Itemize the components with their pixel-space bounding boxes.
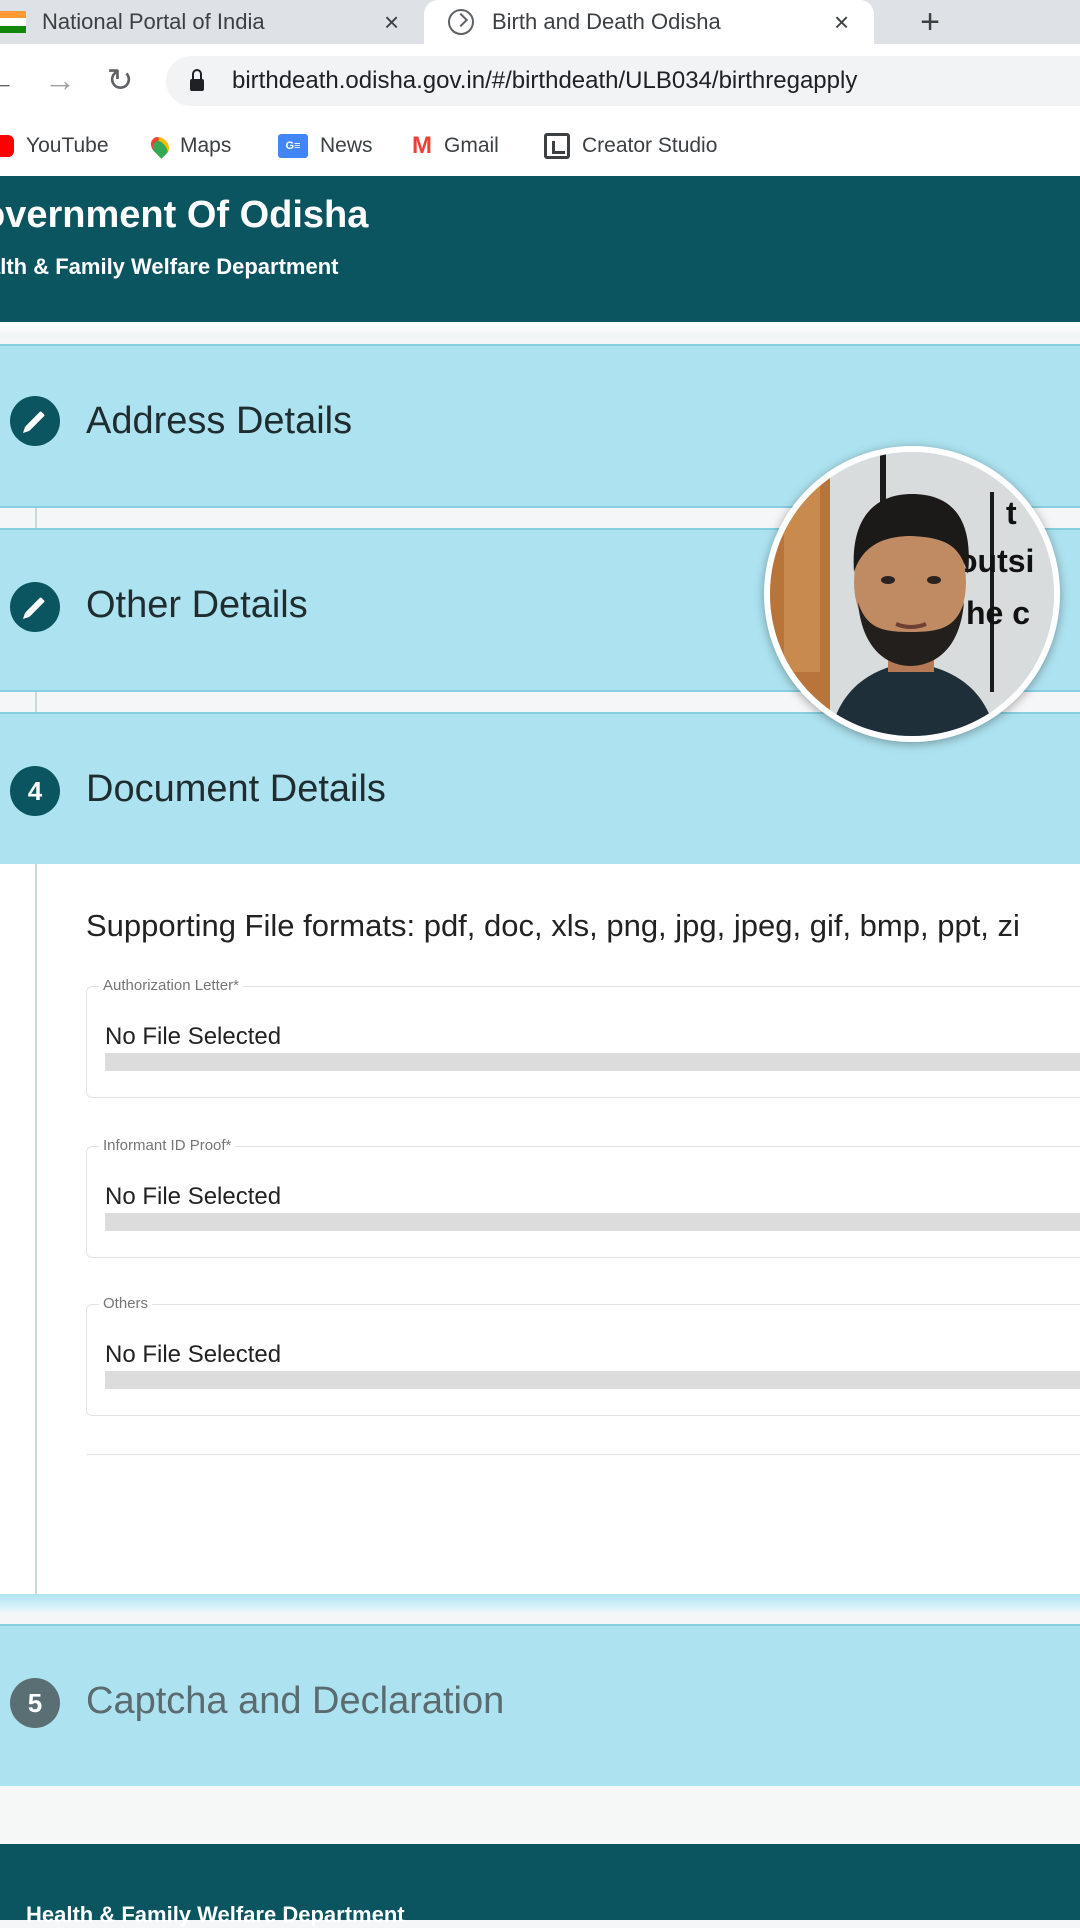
file-status: No File Selected — [105, 1023, 282, 1050]
reload-button[interactable]: ↻ — [98, 58, 142, 102]
edit-icon — [10, 582, 60, 632]
site-icon — [448, 9, 474, 35]
step-title: Address Details — [86, 400, 353, 442]
bookmark-maps[interactable]: Maps — [147, 116, 232, 176]
informant-id-proof-field[interactable]: Informant ID Proof* No File Selected — [86, 1137, 1080, 1258]
close-icon[interactable]: × — [384, 7, 399, 38]
file-status: No File Selected — [105, 1183, 282, 1210]
step-captcha-declaration[interactable]: 5 Captcha and Declaration — [0, 1624, 1080, 1788]
step-title: Other Details — [86, 584, 308, 626]
file-status: No File Selected — [105, 1341, 282, 1368]
browser-tab-bar: National Portal of India × Birth and Dea… — [0, 0, 1080, 44]
browser-toolbar: ← → ↻ birthdeath.odisha.gov.in/#/birthde… — [0, 44, 1080, 116]
site-header: overnment Of Odisha alth & Family Welfar… — [0, 176, 1080, 322]
bookmark-gmail[interactable]: M Gmail — [412, 116, 499, 176]
bookmark-label: Maps — [180, 134, 232, 157]
tab-title: National Portal of India — [42, 9, 265, 34]
back-button[interactable]: ← — [0, 58, 22, 102]
youtube-icon — [0, 135, 14, 157]
site-footer: Health & Family Welfare Department — [0, 1844, 1080, 1927]
bookmark-label: Creator Studio — [582, 134, 718, 157]
step-title: Document Details — [86, 768, 386, 810]
new-tab-button[interactable]: + — [900, 0, 960, 44]
close-icon[interactable]: × — [834, 7, 849, 38]
step-number-badge: 5 — [10, 1678, 60, 1728]
step-number-badge: 4 — [10, 766, 60, 816]
step-rail — [35, 864, 37, 1604]
page-spacer — [0, 1786, 1080, 1844]
bookmarks-bar: YouTube Maps G≡ News M Gmail Creator Stu… — [0, 116, 1080, 177]
department-subtitle: alth & Family Welfare Department — [0, 254, 339, 279]
maps-icon — [147, 133, 173, 159]
tab-national-portal[interactable]: National Portal of India × — [0, 0, 420, 44]
webcam-overlay: t outsi he c — [764, 446, 1060, 742]
footer-text: Health & Family Welfare Department — [26, 1902, 405, 1927]
bookmark-label: News — [320, 134, 373, 157]
creator-studio-icon — [544, 133, 570, 159]
bookmark-label: YouTube — [26, 134, 109, 157]
gmail-icon: M — [412, 132, 432, 159]
bookmark-news[interactable]: G≡ News — [278, 116, 373, 176]
upload-progress-bar — [105, 1371, 1080, 1389]
india-flag-icon — [0, 11, 26, 33]
news-icon: G≡ — [278, 134, 308, 158]
field-label: Others — [99, 1295, 153, 1312]
step-title: Captcha and Declaration — [86, 1680, 505, 1722]
tab-birth-death-odisha[interactable]: Birth and Death Odisha × — [424, 0, 874, 44]
presenter-video-frame: t outsi he c — [770, 452, 1054, 736]
tab-title: Birth and Death Odisha — [492, 9, 721, 34]
bookmark-creator-studio[interactable]: Creator Studio — [544, 116, 717, 176]
bookmark-label: Gmail — [444, 134, 499, 157]
supported-formats-text: Supporting File formats: pdf, doc, xls, … — [86, 908, 1020, 943]
forward-button[interactable]: → — [38, 58, 82, 102]
header-shadow — [0, 322, 1080, 338]
edit-icon — [10, 396, 60, 446]
lock-icon — [190, 69, 204, 91]
field-label: Authorization Letter* — [99, 977, 243, 994]
field-label: Informant ID Proof* — [99, 1137, 236, 1154]
document-details-panel: Supporting File formats: pdf, doc, xls, … — [0, 864, 1080, 1604]
others-file-field[interactable]: Others No File Selected — [86, 1295, 1080, 1416]
authorization-letter-field[interactable]: Authorization Letter* No File Selected — [86, 977, 1080, 1098]
upload-progress-bar — [105, 1053, 1080, 1071]
background-sign-text: he c — [966, 595, 1030, 631]
page-title: overnment Of Odisha — [0, 194, 369, 236]
url-text: birthdeath.odisha.gov.in/#/birthdeath/UL… — [232, 67, 858, 94]
section-bottom-glow — [0, 1594, 1080, 1612]
bookmark-youtube[interactable]: YouTube — [0, 116, 109, 176]
address-bar[interactable]: birthdeath.odisha.gov.in/#/birthdeath/UL… — [166, 56, 1080, 106]
background-sign-text: t — [1006, 495, 1017, 531]
background-sign-text: outsi — [958, 543, 1034, 579]
section-divider — [86, 1454, 1080, 1455]
upload-progress-bar — [105, 1213, 1080, 1231]
